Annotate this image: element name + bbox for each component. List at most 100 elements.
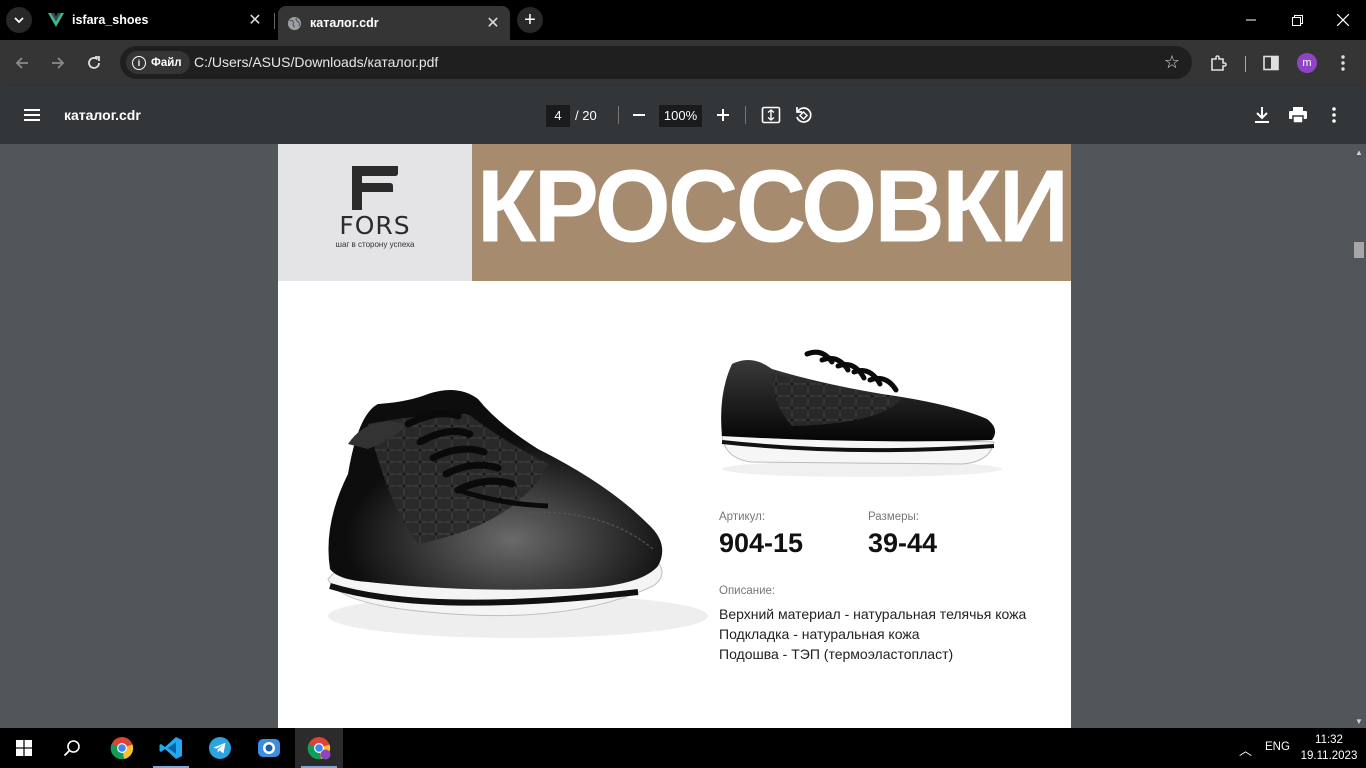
tab-catalog[interactable]: каталог.cdr ✕	[278, 6, 510, 40]
print-button[interactable]	[1287, 104, 1309, 126]
hamburger-icon	[24, 109, 40, 121]
description-line: Верхний материал - натуральная телячья к…	[719, 606, 1027, 622]
taskbar-vscode[interactable]	[147, 728, 195, 768]
avatar: m	[1297, 53, 1317, 73]
windows-taskbar: ︿ ENG 11:32 19.11.2023	[0, 728, 1366, 768]
camera-app-icon	[258, 739, 280, 757]
article-value: 904-15	[719, 528, 804, 558]
article-label: Артикул:	[719, 511, 766, 523]
taskbar-chrome[interactable]	[98, 728, 146, 768]
brand-tagline: шаг в сторону успеха	[335, 240, 415, 249]
clock-date: 19.11.2023	[1300, 750, 1358, 762]
tab-isfara-shoes[interactable]: isfara_shoes ✕	[40, 6, 272, 34]
vue-icon	[48, 12, 64, 28]
search-icon	[63, 740, 80, 757]
heading-banner: КРОССОВКИ	[472, 144, 1071, 281]
zoom-in-button[interactable]	[712, 104, 734, 126]
scrollbar-thumb[interactable]	[1354, 242, 1364, 258]
taskbar-search-button[interactable]	[48, 728, 96, 768]
kebab-menu-icon	[1341, 55, 1345, 71]
shoe-photo-side	[721, 349, 1002, 477]
vscode-icon	[159, 737, 182, 759]
tab-title: isfara_shoes	[72, 13, 149, 27]
chrome-icon	[110, 737, 134, 760]
puzzle-icon	[1211, 55, 1227, 71]
pdf-toolbar-divider	[618, 106, 619, 124]
minus-icon	[633, 114, 645, 116]
restore-button[interactable]	[1274, 0, 1320, 40]
brand-logo-mark	[352, 166, 398, 210]
taskbar-chrome-profile[interactable]	[295, 728, 343, 768]
scroll-down-icon[interactable]: ▼	[1355, 717, 1363, 726]
reload-button[interactable]	[81, 50, 107, 76]
close-window-button[interactable]	[1320, 0, 1366, 40]
windows-logo-icon	[16, 740, 32, 756]
input-language[interactable]: ENG	[1265, 741, 1290, 753]
scroll-up-icon[interactable]: ▲	[1355, 148, 1363, 157]
page-total: / 20	[575, 108, 597, 123]
page-number-input[interactable]: 4	[546, 105, 570, 127]
fit-to-page-button[interactable]	[760, 104, 782, 126]
side-panel-button[interactable]	[1258, 50, 1284, 76]
description-text: Верхний материал - натуральная телячья к…	[719, 604, 1026, 664]
browser-toolbar: i Файл C:/Users/ASUS/Downloads/каталог.p…	[0, 40, 1366, 86]
tray-overflow-icon[interactable]: ︿	[1239, 740, 1252, 759]
forward-button[interactable]	[45, 50, 71, 76]
sizes-label: Размеры:	[868, 511, 919, 523]
catalog-heading: КРОССОВКИ	[476, 148, 1069, 264]
minimize-icon	[1246, 19, 1256, 21]
clock[interactable]: 11:32 19.11.2023	[1300, 732, 1358, 764]
download-icon	[1255, 107, 1269, 123]
tab-divider	[274, 13, 275, 29]
back-button[interactable]	[9, 50, 35, 76]
toolbar-divider	[1245, 56, 1246, 72]
fit-page-icon	[761, 106, 781, 124]
tab-title: каталог.cdr	[310, 16, 379, 30]
arrow-right-icon	[52, 57, 65, 69]
description-label: Описание:	[719, 585, 776, 597]
globe-icon	[286, 15, 302, 31]
tab-search-button[interactable]	[6, 7, 32, 33]
address-bar[interactable]: i Файл C:/Users/ASUS/Downloads/каталог.p…	[120, 46, 1192, 79]
site-info-label: Файл	[151, 56, 182, 69]
start-button[interactable]	[0, 728, 48, 768]
close-tab-icon[interactable]: ✕	[246, 11, 264, 29]
tab-strip: isfara_shoes ✕ каталог.cdr ✕ +	[0, 0, 1366, 40]
sizes-value: 39-44	[868, 528, 938, 558]
plus-icon	[717, 109, 729, 121]
minimize-button[interactable]	[1228, 0, 1274, 40]
rotate-button[interactable]	[792, 104, 814, 126]
site-info-chip[interactable]: i Файл	[126, 51, 190, 74]
download-button[interactable]	[1251, 104, 1273, 126]
zoom-level-input[interactable]: 100%	[659, 105, 702, 127]
arrow-left-icon	[15, 57, 28, 69]
zoom-out-button[interactable]	[628, 104, 650, 126]
extensions-button[interactable]	[1205, 50, 1231, 76]
pdf-page: FORS шаг в сторону успеха КРОССОВКИ Арти…	[278, 144, 1071, 728]
restore-icon	[1291, 14, 1303, 26]
browser-menu-button[interactable]	[1330, 50, 1356, 76]
pdf-toolbar: каталог.cdr 4 / 20 100%	[0, 86, 1366, 144]
pdf-menu-button[interactable]	[21, 105, 43, 125]
close-icon	[1337, 14, 1349, 26]
side-panel-icon	[1263, 55, 1279, 71]
info-icon: i	[132, 55, 146, 70]
chevron-down-icon	[14, 17, 24, 24]
brand-name: FORS	[339, 211, 411, 240]
telegram-icon	[209, 737, 231, 759]
taskbar-camera-app[interactable]	[245, 728, 293, 768]
pdf-more-button[interactable]	[1323, 104, 1345, 126]
profile-button[interactable]: m	[1294, 50, 1320, 76]
pdf-viewport[interactable]: FORS шаг в сторону успеха КРОССОВКИ Арти…	[0, 144, 1366, 728]
kebab-menu-icon	[1332, 107, 1336, 123]
taskbar-telegram[interactable]	[196, 728, 244, 768]
chrome-profile-icon	[307, 737, 331, 760]
bookmark-star-icon[interactable]: ☆	[1164, 52, 1180, 73]
url-text[interactable]: C:/Users/ASUS/Downloads/каталог.pdf	[194, 54, 438, 70]
description-line: Подкладка - натуральная кожа	[719, 626, 920, 642]
close-tab-icon[interactable]: ✕	[484, 14, 502, 32]
reload-icon	[88, 56, 100, 69]
rotate-icon	[796, 107, 812, 123]
vertical-scrollbar[interactable]: ▲ ▼	[1351, 144, 1366, 728]
new-tab-button[interactable]: +	[517, 7, 543, 33]
